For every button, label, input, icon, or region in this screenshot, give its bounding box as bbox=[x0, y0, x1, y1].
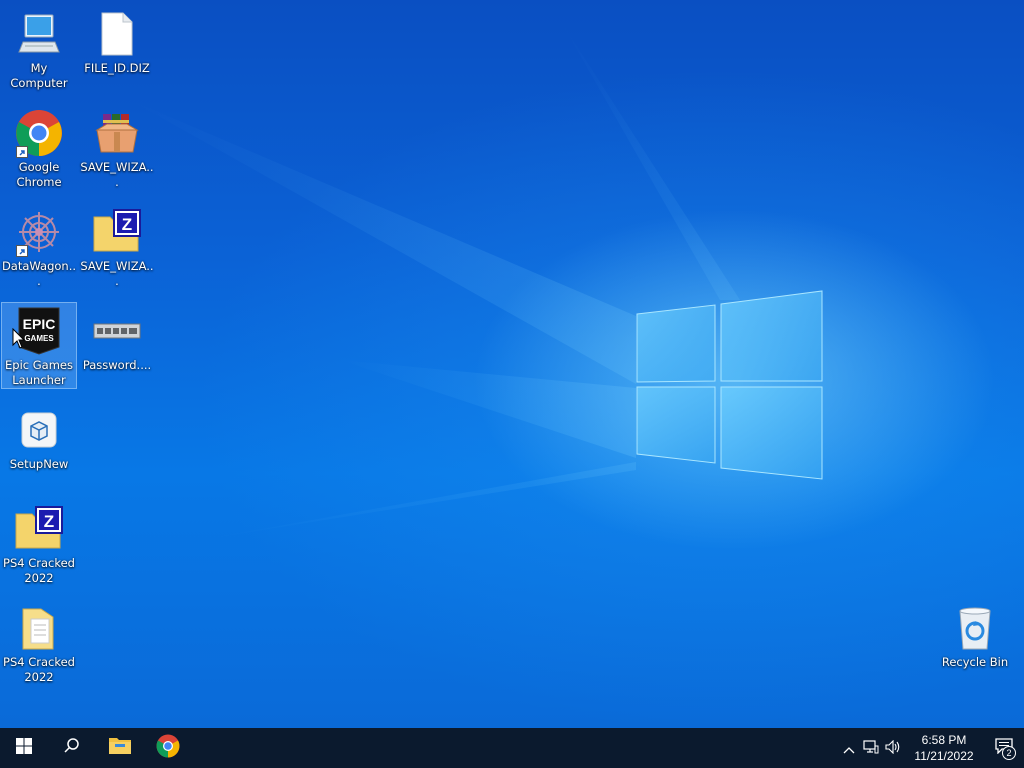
chrome-icon bbox=[156, 734, 180, 762]
clock-date: 11/21/2022 bbox=[914, 749, 974, 763]
chrome-taskbar-button[interactable] bbox=[144, 728, 192, 768]
search-icon bbox=[63, 737, 81, 759]
computer-icon bbox=[14, 9, 64, 59]
file-explorer-taskbar-button[interactable] bbox=[96, 728, 144, 768]
taskbar: 6:58 PM 11/21/2022 2 bbox=[0, 728, 1024, 768]
datawagon-icon bbox=[14, 207, 64, 257]
desktop-icon-label: SAVE_WIZA... bbox=[80, 160, 154, 189]
clock-time: 6:58 PM bbox=[921, 733, 967, 747]
desktop-icon-label: SetupNew bbox=[9, 457, 69, 471]
desktop-icon-label: My Computer bbox=[10, 61, 68, 90]
volume-icon bbox=[885, 739, 901, 758]
setupnew-desktop-icon[interactable]: SetupNew bbox=[1, 401, 77, 473]
save-wizard-zip-desktop-icon[interactable]: Z SAVE_WIZA... bbox=[79, 203, 155, 290]
network-icon bbox=[863, 739, 879, 758]
google-chrome-desktop-icon[interactable]: Google Chrome bbox=[1, 104, 77, 191]
ps4-cracked-2022-folder-desktop-icon[interactable]: PS4 Cracked 2022 bbox=[1, 599, 77, 686]
recycle-bin-desktop-icon[interactable]: Recycle Bin bbox=[937, 599, 1013, 671]
shortcut-arrow-icon bbox=[16, 146, 28, 158]
network-button[interactable] bbox=[860, 728, 882, 768]
volume-button[interactable] bbox=[882, 728, 904, 768]
svg-text:GAMES: GAMES bbox=[24, 334, 54, 343]
desktop-icon-label: PS4 Cracked 2022 bbox=[3, 655, 75, 684]
desktop[interactable]: My Computer Google Chrome DataWagon... E… bbox=[0, 0, 1024, 728]
recycle-bin-icon bbox=[950, 603, 1000, 653]
datawagon-desktop-icon[interactable]: DataWagon... bbox=[1, 203, 77, 290]
password-file-icon bbox=[92, 306, 142, 356]
folder-icon bbox=[14, 603, 64, 653]
desktop-icon-label: DataWagon... bbox=[1, 259, 77, 288]
search-button[interactable] bbox=[48, 728, 96, 768]
mouse-cursor bbox=[12, 328, 26, 349]
chevron-up-icon bbox=[843, 739, 855, 758]
file-explorer-icon bbox=[108, 736, 132, 760]
my-computer-desktop-icon[interactable]: My Computer bbox=[1, 5, 77, 92]
show-hidden-icons-button[interactable] bbox=[838, 728, 860, 768]
notification-count-badge: 2 bbox=[1002, 746, 1016, 760]
password-file-desktop-icon[interactable]: Password.... bbox=[79, 302, 155, 374]
desktop-icon-label: Recycle Bin bbox=[941, 655, 1009, 669]
svg-text:Z: Z bbox=[44, 512, 54, 531]
file-id-diz-desktop-icon[interactable]: FILE_ID.DIZ bbox=[79, 5, 155, 77]
save-wizard-rar-desktop-icon[interactable]: SAVE_WIZA... bbox=[79, 104, 155, 191]
desktop-icon-label: SAVE_WIZA... bbox=[80, 259, 154, 288]
document-icon bbox=[92, 9, 142, 59]
taskbar-clock[interactable]: 6:58 PM 11/21/2022 bbox=[908, 732, 980, 764]
desktop-icon-label: PS4 Cracked 2022 bbox=[3, 556, 75, 585]
system-tray: 6:58 PM 11/21/2022 2 bbox=[838, 728, 1024, 768]
svg-text:EPIC: EPIC bbox=[23, 316, 56, 332]
svg-text:Z: Z bbox=[122, 215, 132, 234]
desktop-icon-label: Password.... bbox=[82, 358, 152, 372]
ps4-cracked-2022-zip-desktop-icon[interactable]: Z PS4 Cracked 2022 bbox=[1, 500, 77, 587]
zip-folder-icon: Z bbox=[14, 504, 64, 554]
winrar-icon bbox=[92, 108, 142, 158]
start-button[interactable] bbox=[0, 728, 48, 768]
desktop-icon-label: Google Chrome bbox=[16, 160, 62, 189]
desktop-icon-label: FILE_ID.DIZ bbox=[84, 61, 150, 75]
zip-folder-icon: Z bbox=[92, 207, 142, 257]
action-center-button[interactable]: 2 bbox=[984, 728, 1024, 768]
windows-start-icon bbox=[16, 738, 32, 758]
shortcut-arrow-icon bbox=[16, 245, 28, 257]
setup-icon bbox=[14, 405, 64, 455]
desktop-icon-label: Epic Games Launcher bbox=[5, 358, 73, 387]
chrome-icon bbox=[14, 108, 64, 158]
